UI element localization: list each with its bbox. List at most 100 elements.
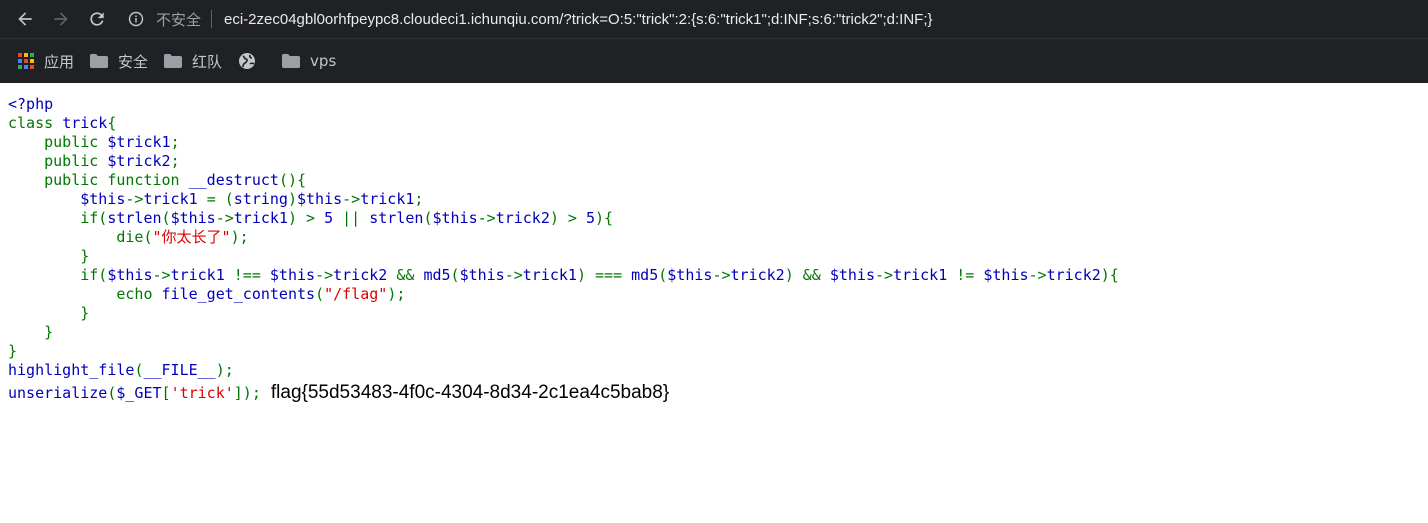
code-token: -> [342, 190, 361, 208]
forward-button[interactable] [48, 6, 74, 32]
code-token: -> [315, 266, 334, 284]
bookmark-folder-security[interactable]: 安全 [90, 51, 148, 72]
bookmark-apps[interactable]: 应用 [18, 51, 74, 72]
code-token: -> [152, 266, 171, 284]
bookmark-folder-vps[interactable]: vps [282, 52, 336, 70]
code-token: highlight_file [8, 361, 135, 379]
flag-output: flag{55d53483-4f0c-4304-8d34-2c1ea4c5bab… [270, 382, 670, 403]
code-token: $this [983, 266, 1029, 284]
code-token: ( [161, 209, 171, 227]
code-token: !== [233, 266, 270, 284]
code-token: ) [287, 190, 297, 208]
folder-icon [90, 54, 109, 68]
code-token: <?php [8, 95, 54, 113]
code-token: -> [125, 190, 144, 208]
code-token: != [956, 266, 984, 284]
reload-icon [90, 12, 104, 26]
code-token: } [8, 323, 54, 341]
code-token: $this [667, 266, 713, 284]
code-token: file_get_contents [161, 285, 316, 303]
code-token: ){ [1100, 266, 1119, 284]
code-token: trick1 [170, 266, 234, 284]
code-token: -> [215, 209, 234, 227]
code-token: $this [107, 266, 153, 284]
bookmark-globe[interactable] [238, 52, 266, 70]
code-token: 5 [586, 209, 596, 227]
code-token: $this [269, 266, 316, 284]
code-token: die( [8, 228, 153, 246]
folder-icon [164, 54, 183, 68]
code-token: ); [230, 228, 249, 246]
code-token: md5 [423, 266, 451, 284]
code-token: public [8, 152, 108, 170]
code-token: } [8, 304, 90, 322]
security-label[interactable]: 不安全 [156, 9, 201, 30]
code-token: echo [8, 285, 162, 303]
code-token: trick2 [1046, 266, 1101, 284]
bookmark-label: 应用 [44, 52, 75, 71]
code-token: (){ [278, 171, 307, 189]
folder-icon [282, 54, 301, 68]
browser-toolbar: 不安全 eci-2zec04gbl0orhfpeypc8.cloudeci1.i… [0, 0, 1428, 38]
code-token: 5 [324, 209, 343, 227]
code-last-line: unserialize($_GET['trick']); flag{55d534… [8, 382, 1420, 404]
code-token: $_GET [116, 384, 162, 402]
address-bar[interactable]: 不安全 eci-2zec04gbl0orhfpeypc8.cloudeci1.i… [128, 4, 1428, 34]
bookmark-label: 红队 [192, 52, 223, 71]
url-text[interactable]: eci-2zec04gbl0orhfpeypc8.cloudeci1.ichun… [224, 11, 933, 28]
code-token: $this [170, 209, 216, 227]
arrow-left-icon [18, 12, 32, 26]
code-token: [ [161, 384, 171, 402]
bookmark-label: vps [310, 52, 337, 70]
code-token: if( [8, 209, 108, 227]
code-token: trick1 [522, 266, 577, 284]
code-token: "/flag" [324, 285, 388, 303]
address-separator [211, 10, 213, 28]
code-token: -> [504, 266, 523, 284]
code-token: $this [459, 266, 505, 284]
code-token: trick [62, 114, 108, 132]
code-token: ]); [233, 384, 261, 402]
code-token: trick1 [233, 209, 288, 227]
code-token: strlen [107, 209, 162, 227]
code-token: $this [432, 209, 478, 227]
code-token: $this [829, 266, 875, 284]
code-token: trick1 [360, 190, 415, 208]
code-token: $this [8, 190, 126, 208]
code-token: $trick2 [107, 152, 171, 170]
code-token: } [8, 342, 18, 360]
bookmarks-bar: 应用 安全 红队 vps [0, 38, 1428, 83]
code-token: -> [712, 266, 731, 284]
reload-button[interactable] [84, 6, 110, 32]
code-token: ) === [576, 266, 632, 284]
back-button[interactable] [12, 6, 38, 32]
code-token: trick2 [495, 209, 550, 227]
info-icon[interactable] [128, 11, 144, 27]
code-token: public [8, 133, 108, 151]
code-token: $trick1 [107, 133, 171, 151]
code-token: ){ [595, 209, 614, 227]
code-token: unserialize [8, 384, 108, 402]
code-token: { [107, 114, 117, 132]
code-token: trick2 [730, 266, 785, 284]
code-token: -> [1028, 266, 1047, 284]
code-token: ; [414, 190, 424, 208]
arrow-right-icon [54, 12, 68, 26]
code-token: ; [170, 133, 180, 151]
code-token: strlen [369, 209, 424, 227]
code-token: md5 [631, 266, 659, 284]
code-token: public function [8, 171, 189, 189]
code-token: ) > [287, 209, 325, 227]
code-token: ( [658, 266, 668, 284]
code-token: } [8, 247, 90, 265]
code-token: ) > [549, 209, 586, 227]
code-token: string [233, 190, 288, 208]
code-token: || [342, 209, 370, 227]
code-token: && [396, 266, 424, 284]
code-token: class [8, 114, 63, 132]
bookmark-folder-redteam[interactable]: 红队 [164, 51, 222, 72]
code-token: __destruct [188, 171, 279, 189]
code-token: 'trick' [170, 384, 234, 402]
code-token: "你太长了" [152, 228, 231, 246]
code-token: ( [315, 285, 325, 303]
